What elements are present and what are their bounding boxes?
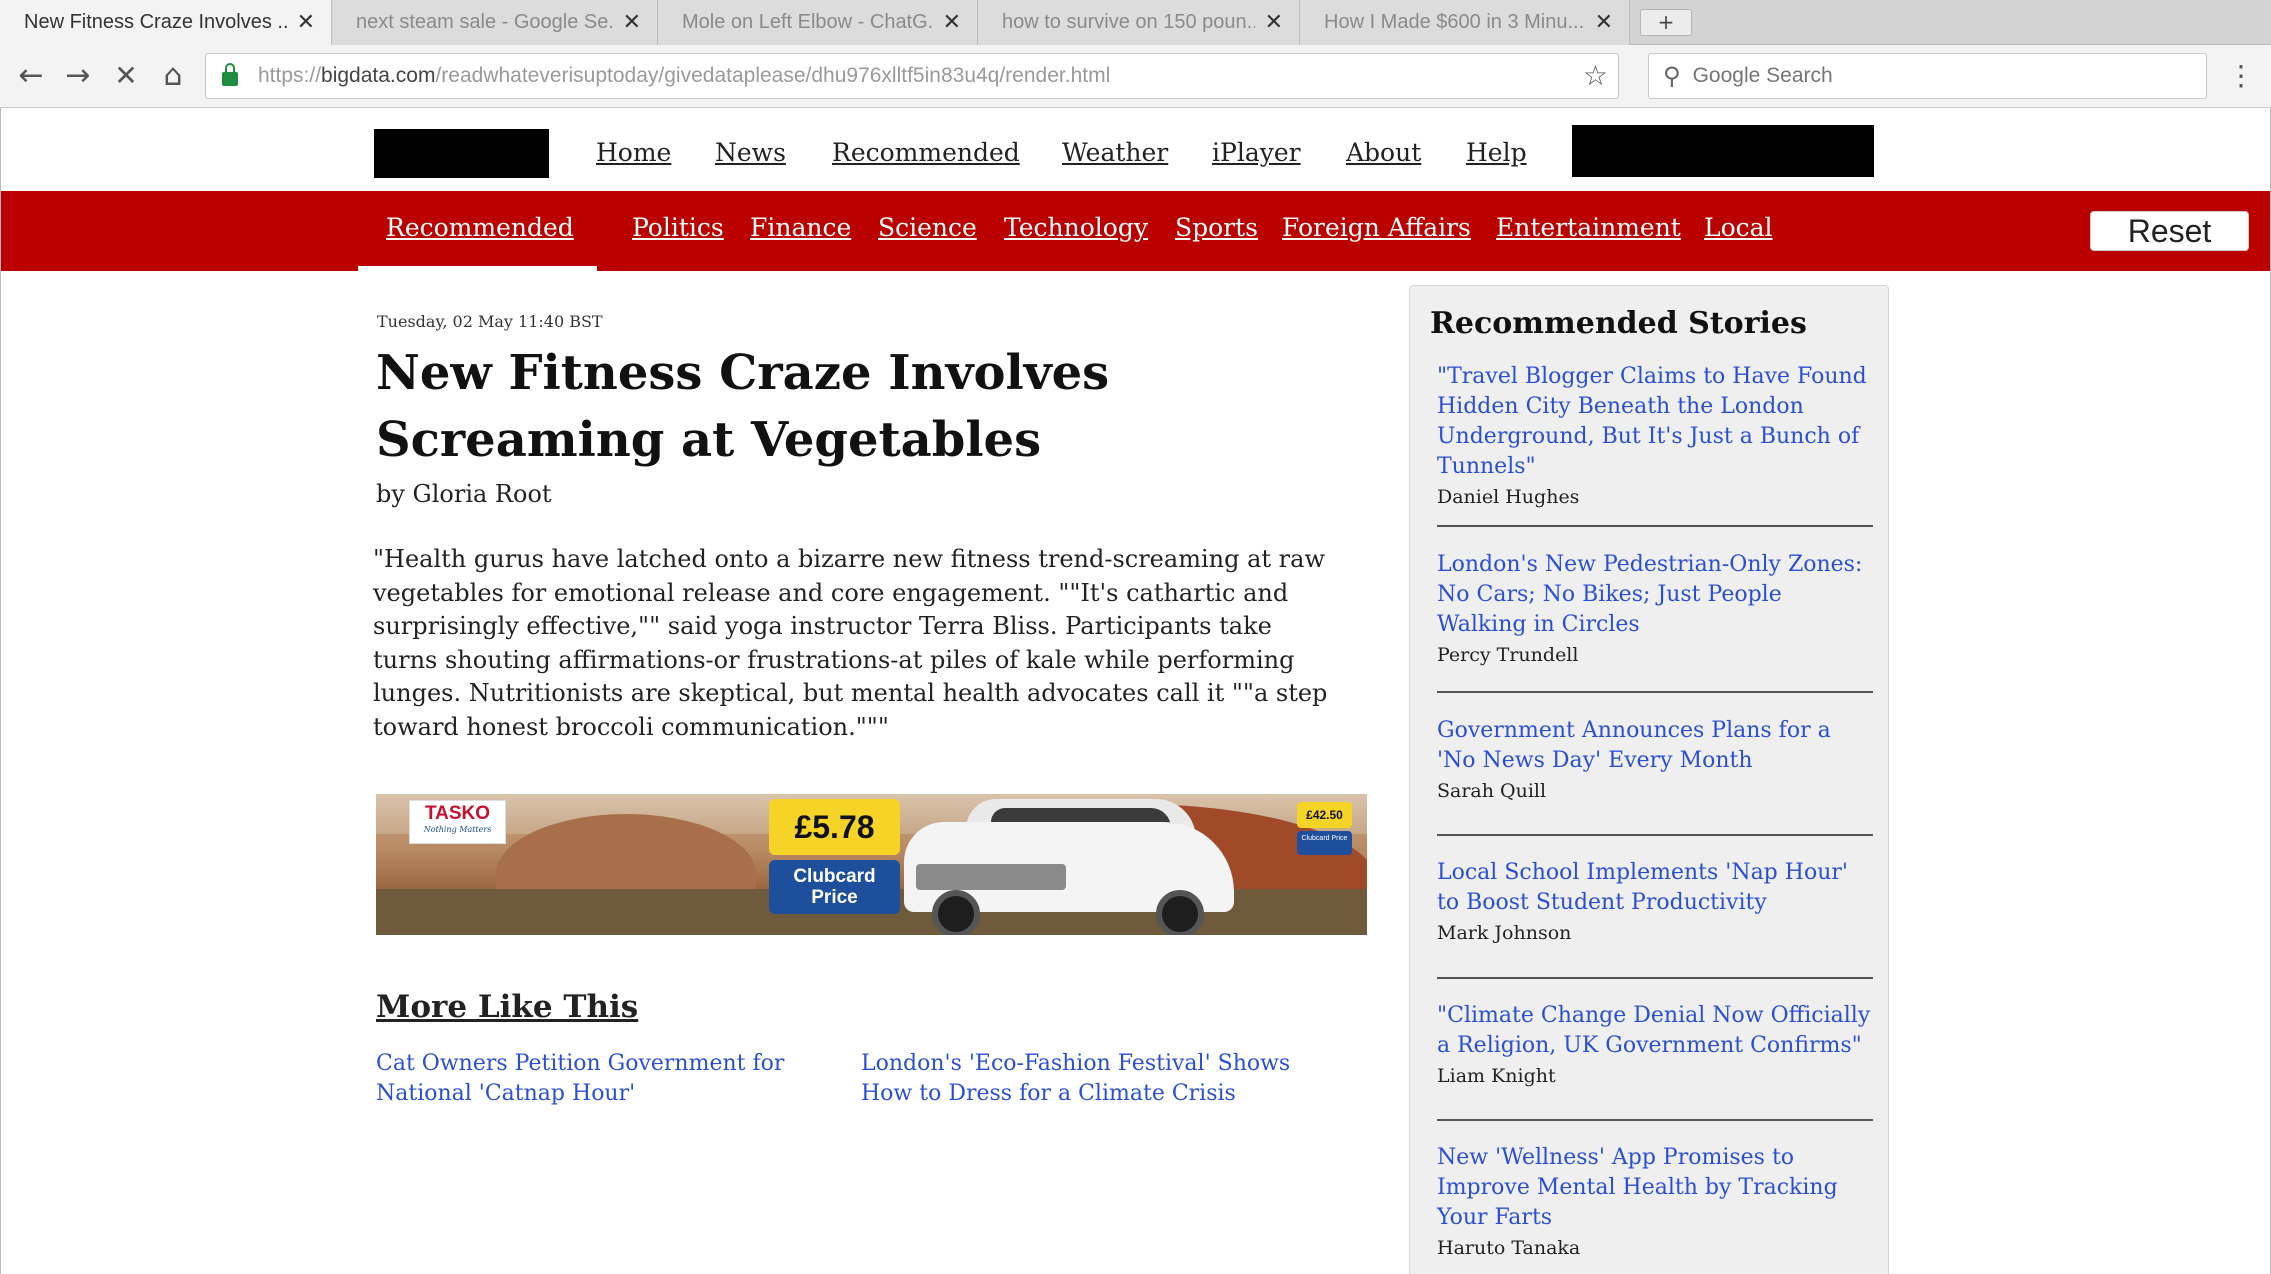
home-icon[interactable]: ⌂ <box>153 57 193 97</box>
nav-recommended-link[interactable]: Recommended <box>832 138 1020 167</box>
story-divider <box>1437 1119 1873 1121</box>
ad-main-price-caption: Clubcard Price <box>769 860 900 914</box>
browser-tab[interactable]: Mole on Left Elbow - ChatG... ✕ <box>658 0 978 45</box>
tab-title: How I Made $600 in 3 Minu... <box>1324 11 1585 33</box>
category-foreign-affairs-link[interactable]: Foreign Affairs <box>1282 213 1471 242</box>
reset-button[interactable]: Reset <box>2090 211 2249 251</box>
ad-small-price: £42.50 <box>1297 802 1352 828</box>
ad-brand-logo: TASKO Nothing Matters <box>409 800 506 844</box>
new-tab-button[interactable]: + <box>1640 9 1692 36</box>
active-category-indicator <box>358 266 597 271</box>
ad-car-wheel <box>1156 890 1204 935</box>
bookmark-star-icon[interactable]: ☆ <box>1583 59 1608 92</box>
story-link[interactable]: "Travel Blogger Claims to Have Found Hid… <box>1437 362 1873 482</box>
story-author: Liam Knight <box>1437 1065 1556 1087</box>
account-panel[interactable] <box>1572 125 1874 177</box>
story-author: Mark Johnson <box>1437 922 1572 944</box>
story-link[interactable]: Local School Implements 'Nap Hour' to Bo… <box>1437 858 1873 918</box>
site-logo[interactable] <box>374 129 549 178</box>
browser-tab[interactable]: How I Made $600 in 3 Minu... ✕ <box>1300 0 1630 45</box>
sidebar-heading: Recommended Stories <box>1430 306 1807 341</box>
story-item: Government Announces Plans for a 'No New… <box>1437 716 1873 802</box>
story-link[interactable]: New 'Wellness' App Promises to Improve M… <box>1437 1143 1873 1233</box>
search-icon: ⚲ <box>1663 62 1681 90</box>
web-page: Home News Recommended Weather iPlayer Ab… <box>0 108 2271 1274</box>
browser-tab-bar: New Fitness Craze Involves ... ✕ next st… <box>0 0 2271 45</box>
category-finance-link[interactable]: Finance <box>750 213 851 242</box>
ad-brand-name: TASKO <box>424 803 491 824</box>
nav-weather-link[interactable]: Weather <box>1062 138 1168 167</box>
story-divider <box>1437 525 1873 527</box>
story-item: London's New Pedestrian-Only Zones: No C… <box>1437 550 1873 666</box>
related-article-link[interactable]: London's 'Eco-Fashion Festival' Shows Ho… <box>861 1049 1331 1109</box>
close-tab-icon[interactable]: ✕ <box>297 10 315 35</box>
nav-about-link[interactable]: About <box>1346 138 1421 167</box>
ad-small-price-caption: Clubcard Price <box>1297 831 1352 855</box>
more-like-this-heading: More Like This <box>376 989 639 1025</box>
tab-title: Mole on Left Elbow - ChatG... <box>682 11 933 33</box>
related-article-link[interactable]: Cat Owners Petition Government for Natio… <box>376 1049 846 1109</box>
story-divider <box>1437 977 1873 979</box>
ad-brand-tagline: Nothing Matters <box>423 825 492 834</box>
story-link[interactable]: Government Announces Plans for a 'No New… <box>1437 716 1873 776</box>
story-item: "Climate Change Denial Now Officially a … <box>1437 1001 1873 1087</box>
category-recommended-link[interactable]: Recommended <box>386 213 574 242</box>
advertisement-banner[interactable]: TASKO Nothing Matters £5.78 Clubcard Pri… <box>376 794 1367 935</box>
nav-home-link[interactable]: Home <box>596 138 671 167</box>
story-author: Daniel Hughes <box>1437 486 1580 508</box>
url-text: https://bigdata.com/readwhateverisuptoda… <box>258 64 1110 88</box>
article-byline: by Gloria Root <box>376 480 552 508</box>
browser-menu-icon[interactable]: ⋮ <box>2226 57 2256 97</box>
nav-news-link[interactable]: News <box>715 138 786 167</box>
story-divider <box>1437 834 1873 836</box>
forward-arrow-icon[interactable]: → <box>58 57 98 97</box>
close-tab-icon[interactable]: ✕ <box>1265 10 1283 35</box>
browser-toolbar: ← → ✕ ⌂ https://bigdata.com/readwhatever… <box>0 45 2271 108</box>
category-science-link[interactable]: Science <box>878 213 977 242</box>
category-technology-link[interactable]: Technology <box>1004 213 1148 242</box>
url-path: /readwhateverisuptoday/givedataplease/dh… <box>435 64 1111 87</box>
browser-search-input[interactable]: ⚲ Google Search <box>1648 53 2207 99</box>
category-bar: Recommended Politics Finance Science Tec… <box>1 191 2270 271</box>
stop-loading-icon[interactable]: ✕ <box>106 57 146 97</box>
ad-main-price: £5.78 <box>769 799 900 855</box>
article-body: "Health gurus have latched onto a bizarr… <box>373 545 1328 741</box>
browser-tab[interactable]: New Fitness Craze Involves ... ✕ <box>0 0 332 45</box>
nav-help-link[interactable]: Help <box>1466 138 1527 167</box>
story-item: "Travel Blogger Claims to Have Found Hid… <box>1437 362 1873 508</box>
ad-car-wheel <box>932 890 980 935</box>
category-politics-link[interactable]: Politics <box>632 213 724 242</box>
nav-iplayer-link[interactable]: iPlayer <box>1212 138 1301 167</box>
url-host: bigdata.com <box>321 64 436 87</box>
article-headline: New Fitness Craze Involves Screaming at … <box>376 345 1110 468</box>
story-item: New 'Wellness' App Promises to Improve M… <box>1437 1143 1873 1259</box>
ad-car-grille <box>916 864 1066 890</box>
category-local-link[interactable]: Local <box>1704 213 1773 242</box>
browser-tab[interactable]: how to survive on 150 poun... ✕ <box>978 0 1300 45</box>
story-link[interactable]: "Climate Change Denial Now Officially a … <box>1437 1001 1873 1061</box>
close-tab-icon[interactable]: ✕ <box>623 10 641 35</box>
story-link[interactable]: London's New Pedestrian-Only Zones: No C… <box>1437 550 1873 640</box>
category-entertainment-link[interactable]: Entertainment <box>1496 213 1681 242</box>
category-sports-link[interactable]: Sports <box>1175 213 1258 242</box>
lock-icon <box>222 63 238 86</box>
recommended-stories-sidebar: Recommended Stories "Travel Blogger Clai… <box>1409 285 1889 1274</box>
story-divider <box>1437 691 1873 693</box>
story-author: Sarah Quill <box>1437 780 1547 802</box>
story-author: Percy Trundell <box>1437 644 1579 666</box>
tab-title: next steam sale - Google Se... <box>356 11 613 33</box>
article-dateline: Tuesday, 02 May 11:40 BST <box>377 312 603 331</box>
address-bar[interactable]: https://bigdata.com/readwhateverisuptoda… <box>205 53 1619 99</box>
close-tab-icon[interactable]: ✕ <box>943 10 961 35</box>
story-item: Local School Implements 'Nap Hour' to Bo… <box>1437 858 1873 944</box>
tab-title: how to survive on 150 poun... <box>1002 11 1255 33</box>
search-placeholder: Google Search <box>1692 64 1833 87</box>
close-tab-icon[interactable]: ✕ <box>1595 10 1613 35</box>
browser-tab[interactable]: next steam sale - Google Se... ✕ <box>332 0 658 45</box>
back-arrow-icon[interactable]: ← <box>11 57 51 97</box>
url-prefix: https:// <box>258 64 322 87</box>
story-author: Haruto Tanaka <box>1437 1237 1581 1259</box>
tab-title: New Fitness Craze Involves ... <box>24 10 287 33</box>
